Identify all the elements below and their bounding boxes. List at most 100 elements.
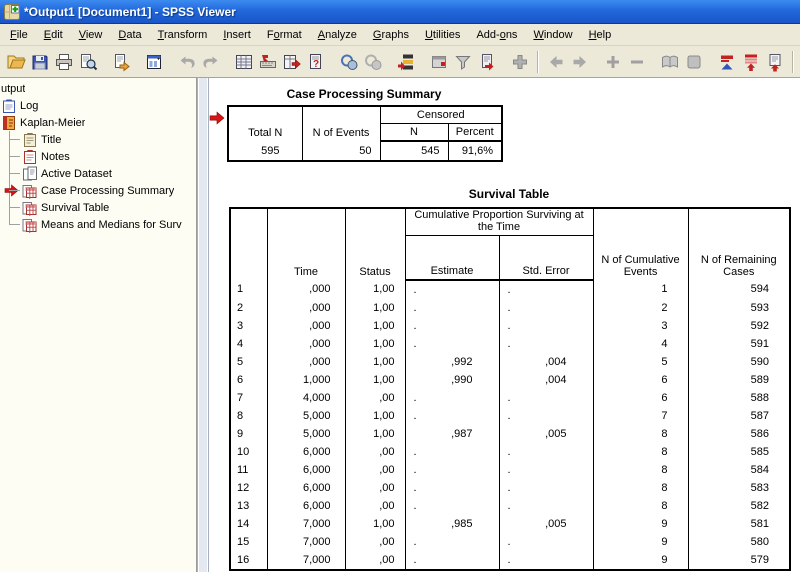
surv-cell: ,00 xyxy=(345,533,405,551)
find-icon[interactable] xyxy=(337,50,361,74)
open-icon[interactable] xyxy=(4,50,28,74)
tree-connector xyxy=(8,165,22,182)
collapse-icon[interactable] xyxy=(625,50,649,74)
surv-cell: . xyxy=(499,299,593,317)
menu-file[interactable]: File xyxy=(2,26,36,44)
show-icon[interactable] xyxy=(658,50,682,74)
outline-item-label: Active Dataset xyxy=(41,168,112,180)
outline-item-label: utput xyxy=(1,83,25,95)
menu-data[interactable]: Data xyxy=(110,26,149,44)
print-preview-icon[interactable] xyxy=(76,50,100,74)
surv-header-cum-prop: Cumulative Proportion Surviving at the T… xyxy=(405,208,593,236)
menu-add-ons[interactable]: Add-ons xyxy=(468,26,525,44)
export-icon[interactable] xyxy=(109,50,133,74)
menu-view[interactable]: View xyxy=(71,26,111,44)
surv-cell: 3 xyxy=(230,317,267,335)
menu-analyze[interactable]: Analyze xyxy=(310,26,365,44)
insert-heading-icon[interactable] xyxy=(739,50,763,74)
menu-transform[interactable]: Transform xyxy=(150,26,216,44)
find-next-icon[interactable] xyxy=(361,50,385,74)
goto-case-icon[interactable] xyxy=(256,50,280,74)
surv-cell: 1,00 xyxy=(345,280,405,299)
print-icon[interactable] xyxy=(52,50,76,74)
surv-cell: 582 xyxy=(688,497,790,515)
surv-row: 2,0001,00..2593 xyxy=(230,299,790,317)
surv-cell: 7 xyxy=(593,407,688,425)
variable-info-icon[interactable]: ? xyxy=(304,50,328,74)
table-icon xyxy=(22,200,38,216)
menu-utilities[interactable]: Utilities xyxy=(417,26,468,44)
surv-cell: 8 xyxy=(593,461,688,479)
recall-dialogs-icon[interactable] xyxy=(142,50,166,74)
nav-left-icon[interactable] xyxy=(544,50,568,74)
goto-output-icon[interactable] xyxy=(475,50,499,74)
expand-icon[interactable] xyxy=(601,50,625,74)
surv-cell: 5 xyxy=(230,353,267,371)
menu-insert[interactable]: Insert xyxy=(215,26,259,44)
case-processing-summary-table[interactable]: Total NN of EventsCensoredNPercent595505… xyxy=(227,105,503,162)
outline-item-kaplan-meier[interactable]: Kaplan-Meier xyxy=(0,114,196,131)
insert-plus-icon[interactable] xyxy=(508,50,532,74)
title-bar[interactable]: *Output1 [Document1] - SPSS Viewer xyxy=(0,0,800,24)
surv-cell: 8 xyxy=(593,443,688,461)
outline-item-log[interactable]: Log xyxy=(0,97,196,114)
outline-item-title[interactable]: Title xyxy=(0,131,196,148)
cps-censored-percent: 91,6% xyxy=(448,141,502,161)
outline-item-active-dataset[interactable]: Active Dataset xyxy=(0,165,196,182)
surv-cell: 3 xyxy=(593,317,688,335)
cps-title: Case Processing Summary xyxy=(227,87,501,101)
menu-format[interactable]: Format xyxy=(259,26,310,44)
surv-cell: ,985 xyxy=(405,515,499,533)
menu-graphs[interactable]: Graphs xyxy=(365,26,417,44)
surv-cell: ,000 xyxy=(267,317,345,335)
outline-item-label: Title xyxy=(41,134,61,146)
outline-item-utput[interactable]: utput xyxy=(0,80,196,97)
surv-cell: 8 xyxy=(593,497,688,515)
insert-text-icon[interactable] xyxy=(763,50,787,74)
goto-data-icon[interactable] xyxy=(232,50,256,74)
toolbar-separator xyxy=(792,51,794,73)
cps-total-n: 595 xyxy=(228,141,302,161)
surv-cell: 590 xyxy=(688,353,790,371)
surv-cell: 6 xyxy=(593,389,688,407)
outline-item-case-processing-summary[interactable]: Case Processing Summary xyxy=(0,182,196,199)
surv-cell: ,004 xyxy=(499,371,593,389)
surv-cell: 594 xyxy=(688,280,790,299)
surv-cell: 5,000 xyxy=(267,425,345,443)
km-icon xyxy=(1,115,17,131)
surv-header-n-cumulative: N of Cumulative Events xyxy=(593,208,688,280)
designate-window-icon[interactable] xyxy=(427,50,451,74)
outline-item-survival-table[interactable]: Survival Table xyxy=(0,199,196,216)
outline-item-notes[interactable]: Notes xyxy=(0,148,196,165)
save-icon[interactable] xyxy=(28,50,52,74)
outline-item-means-and-medians-for-surv[interactable]: Means and Medians for Surv xyxy=(0,216,196,233)
hide-icon[interactable] xyxy=(682,50,706,74)
surv-cell: ,000 xyxy=(267,335,345,353)
collapse-all-icon[interactable] xyxy=(715,50,739,74)
surv-header-n-remaining: N of Remaining Cases xyxy=(688,208,790,280)
outline-item-label: Log xyxy=(20,100,38,112)
redo-icon[interactable] xyxy=(199,50,223,74)
survival-table[interactable]: TimeStatusCumulative Proportion Survivin… xyxy=(229,207,791,571)
menu-window[interactable]: Window xyxy=(525,26,580,44)
nav-right-icon[interactable] xyxy=(568,50,592,74)
surv-cell: ,00 xyxy=(345,389,405,407)
surv-cell: 7,000 xyxy=(267,515,345,533)
surv-cell: 1,00 xyxy=(345,425,405,443)
menu-help[interactable]: Help xyxy=(581,26,620,44)
dataset-icon xyxy=(22,166,38,182)
undo-icon[interactable] xyxy=(175,50,199,74)
select-last-output-icon[interactable] xyxy=(394,50,418,74)
variables-icon[interactable] xyxy=(280,50,304,74)
surv-header-status: Status xyxy=(345,208,405,280)
surv-cell: . xyxy=(405,497,499,515)
surv-row: 1,0001,00..1594 xyxy=(230,280,790,299)
surv-cell: . xyxy=(499,497,593,515)
cps-header-total-n: Total N xyxy=(228,106,302,141)
surv-cell: ,00 xyxy=(345,461,405,479)
menu-edit[interactable]: Edit xyxy=(36,26,71,44)
use-sets-icon[interactable] xyxy=(451,50,475,74)
pane-splitter[interactable] xyxy=(197,78,209,572)
surv-cell: 6 xyxy=(593,371,688,389)
surv-cell: . xyxy=(499,551,593,570)
